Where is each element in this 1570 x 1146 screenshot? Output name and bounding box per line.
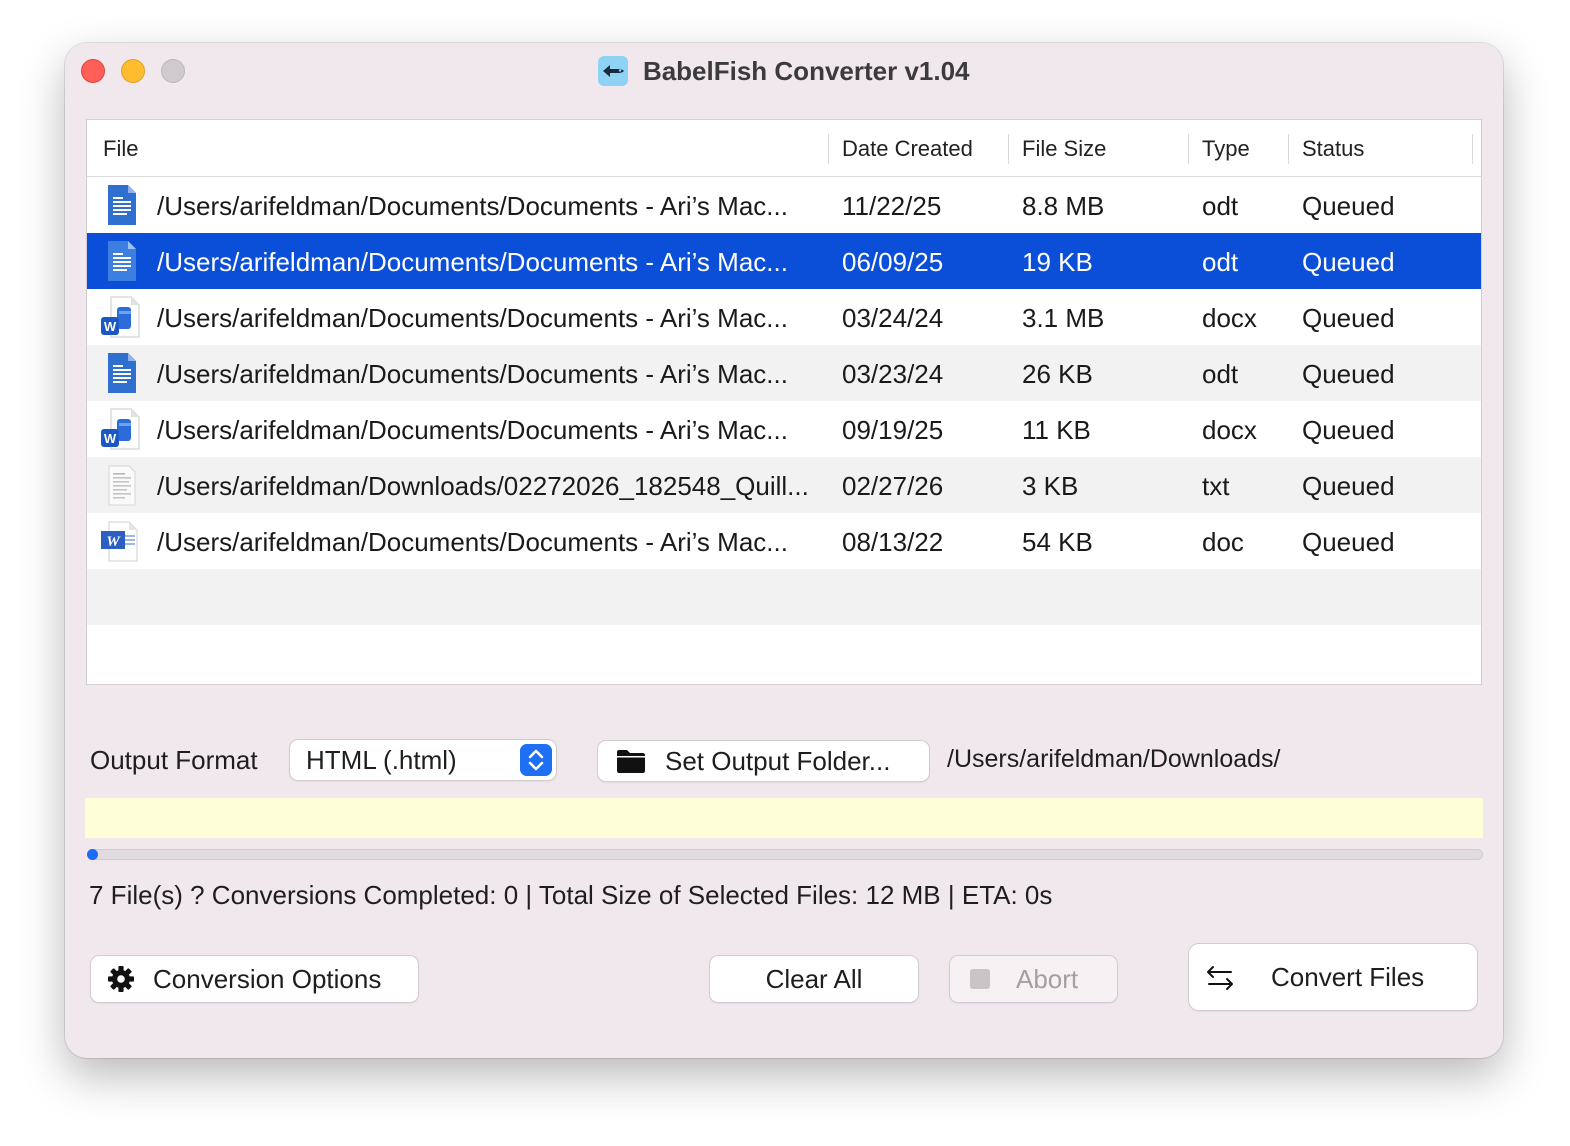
table-row[interactable]: W /Users/arifeldman/Documents/Documents … bbox=[87, 513, 1481, 569]
table-row[interactable]: /Users/arifeldman/Documents/Documents - … bbox=[87, 177, 1481, 233]
app-window: BabelFish Converter v1.04 File Date Crea… bbox=[65, 43, 1503, 1058]
odt-document-icon bbox=[108, 353, 136, 393]
file-path: /Users/arifeldman/Documents/Documents - … bbox=[157, 247, 788, 277]
date-created: 02/27/26 bbox=[842, 471, 944, 501]
conversion-options-label: Conversion Options bbox=[153, 963, 382, 994]
date-created: 03/23/24 bbox=[842, 359, 944, 389]
progress-bar bbox=[87, 849, 1483, 860]
text-file-icon bbox=[108, 465, 136, 506]
word-doc-icon: W bbox=[101, 521, 138, 562]
empty-row bbox=[87, 625, 1481, 681]
file-path: /Users/arifeldman/Documents/Documents - … bbox=[157, 303, 788, 333]
date-created: 03/24/24 bbox=[842, 303, 944, 333]
file-path: /Users/arifeldman/Documents/Documents - … bbox=[157, 191, 788, 221]
progress-bar-fill bbox=[87, 849, 98, 860]
svg-text:W: W bbox=[104, 319, 117, 334]
file-size: 19 KB bbox=[1022, 247, 1093, 277]
convert-files-label: Convert Files bbox=[1271, 961, 1425, 992]
convert-files-button[interactable]: Convert Files bbox=[1189, 944, 1477, 1010]
file-type: odt bbox=[1202, 359, 1239, 389]
abort-label: Abort bbox=[1016, 963, 1079, 994]
folder-icon bbox=[617, 750, 645, 773]
status-summary: 7 File(s) ? Conversions Completed: 0 | T… bbox=[89, 880, 1053, 910]
file-status: Queued bbox=[1302, 415, 1395, 445]
file-path: /Users/arifeldman/Documents/Documents - … bbox=[157, 527, 788, 557]
date-created: 11/22/25 bbox=[842, 191, 942, 221]
date-created: 06/09/25 bbox=[842, 247, 944, 277]
title-bar: BabelFish Converter v1.04 bbox=[65, 53, 1503, 89]
column-divider[interactable] bbox=[1472, 134, 1473, 164]
file-status: Queued bbox=[1302, 191, 1395, 221]
file-status: Queued bbox=[1302, 471, 1395, 501]
column-divider[interactable] bbox=[1188, 134, 1189, 164]
table-row[interactable]: /Users/arifeldman/Documents/Documents - … bbox=[87, 345, 1481, 401]
svg-text:W: W bbox=[104, 431, 117, 446]
column-divider[interactable] bbox=[1288, 134, 1289, 164]
file-status: Queued bbox=[1302, 527, 1395, 557]
column-header-status[interactable]: Status bbox=[1302, 120, 1364, 176]
file-status: Queued bbox=[1302, 303, 1395, 333]
file-size: 3 KB bbox=[1022, 471, 1079, 501]
column-divider[interactable] bbox=[828, 134, 829, 164]
file-type: docx bbox=[1202, 303, 1257, 333]
column-divider[interactable] bbox=[1008, 134, 1009, 164]
date-created: 09/19/25 bbox=[842, 415, 944, 445]
file-type: doc bbox=[1202, 527, 1244, 557]
output-format-select[interactable]: HTML (.html) bbox=[290, 740, 556, 780]
table-header: File Date Created File Size Type Status bbox=[87, 120, 1481, 177]
window-title: BabelFish Converter v1.04 bbox=[642, 56, 970, 86]
file-size: 8.8 MB bbox=[1022, 191, 1105, 221]
odt-document-icon bbox=[108, 241, 136, 281]
table-row-selected[interactable]: /Users/arifeldman/Documents/Documents - … bbox=[87, 233, 1481, 289]
empty-row bbox=[87, 569, 1481, 625]
clear-all-label: Clear All bbox=[765, 963, 863, 994]
word-docx-icon: W bbox=[101, 296, 140, 338]
abort-button[interactable]: Abort bbox=[950, 956, 1117, 1002]
chevron-up-down-icon bbox=[520, 744, 552, 776]
arrows-swap-icon bbox=[1207, 966, 1233, 990]
file-type: odt bbox=[1202, 247, 1239, 277]
column-header-file-size[interactable]: File Size bbox=[1022, 120, 1106, 176]
gear-icon bbox=[108, 966, 134, 992]
word-docx-icon: W bbox=[101, 408, 140, 450]
output-format-value: HTML (.html) bbox=[306, 745, 457, 775]
file-size: 11 KB bbox=[1022, 415, 1091, 445]
column-header-file[interactable]: File bbox=[103, 120, 138, 176]
file-type: docx bbox=[1202, 415, 1257, 445]
set-output-folder-label: Set Output Folder... bbox=[665, 745, 891, 776]
file-status: Queued bbox=[1302, 359, 1395, 389]
table-row[interactable]: W /Users/arifeldman/Documents/Documents … bbox=[87, 401, 1481, 457]
file-status: Queued bbox=[1302, 247, 1395, 277]
svg-text:W: W bbox=[106, 534, 121, 550]
file-type: odt bbox=[1202, 191, 1239, 221]
stop-icon bbox=[970, 969, 990, 989]
file-table[interactable]: File Date Created File Size Type Status … bbox=[86, 119, 1482, 685]
odt-document-icon bbox=[108, 185, 136, 225]
fish-app-icon bbox=[598, 56, 629, 86]
set-output-folder-button[interactable]: Set Output Folder... bbox=[598, 741, 929, 781]
output-folder-path: /Users/arifeldman/Downloads/ bbox=[947, 745, 1281, 773]
date-created: 08/13/22 bbox=[842, 527, 944, 557]
file-path: /Users/arifeldman/Downloads/02272026_182… bbox=[157, 471, 809, 501]
table-row[interactable]: W /Users/arifeldman/Documents/Documents … bbox=[87, 289, 1481, 345]
table-row[interactable]: /Users/arifeldman/Downloads/02272026_182… bbox=[87, 457, 1481, 513]
column-header-type[interactable]: Type bbox=[1202, 120, 1250, 176]
file-path: /Users/arifeldman/Documents/Documents - … bbox=[157, 359, 788, 389]
file-path: /Users/arifeldman/Documents/Documents - … bbox=[157, 415, 788, 445]
message-bar bbox=[85, 798, 1483, 838]
file-size: 54 KB bbox=[1022, 527, 1093, 557]
file-size: 26 KB bbox=[1022, 359, 1093, 389]
conversion-options-button[interactable]: Conversion Options bbox=[91, 956, 418, 1002]
column-header-date-created[interactable]: Date Created bbox=[842, 120, 973, 176]
file-size: 3.1 MB bbox=[1022, 303, 1105, 333]
clear-all-button[interactable]: Clear All bbox=[710, 956, 918, 1002]
output-format-label: Output Format bbox=[90, 745, 258, 775]
file-type: txt bbox=[1202, 471, 1230, 501]
